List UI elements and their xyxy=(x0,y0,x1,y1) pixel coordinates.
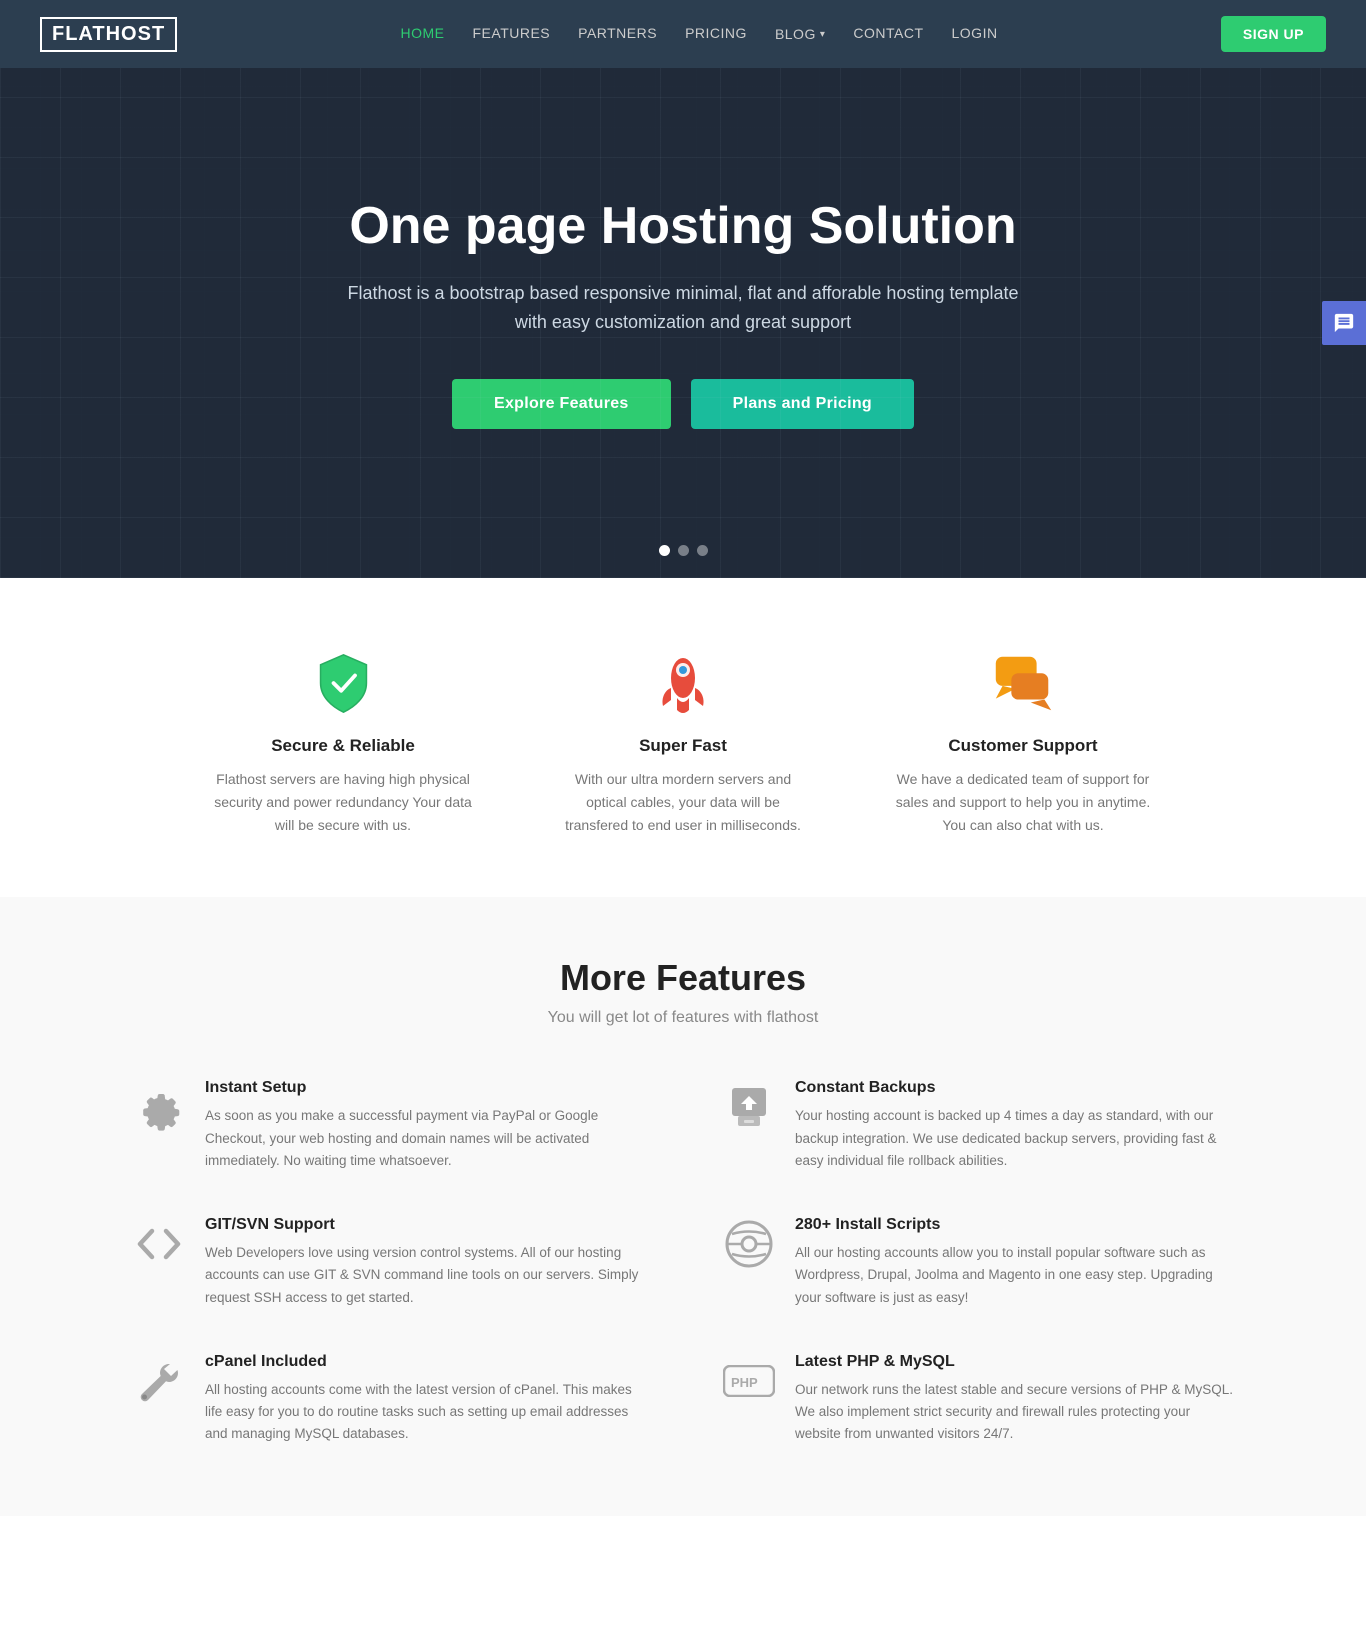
feature-support-title: Customer Support xyxy=(893,736,1153,756)
hero-section: One page Hosting Solution Flathost is a … xyxy=(0,68,1366,578)
more-features-section: More Features You will get lot of featur… xyxy=(0,897,1366,1515)
feature-text-git: GIT/SVN Support Web Developers love usin… xyxy=(205,1216,643,1309)
shield-feature-icon xyxy=(308,648,378,718)
feature-row-backups: Constant Backups Your hosting account is… xyxy=(723,1079,1233,1172)
feature-support-desc: We have a dedicated team of support for … xyxy=(893,768,1153,837)
feature-row-scripts: 280+ Install Scripts All our hosting acc… xyxy=(723,1216,1233,1309)
nav-link-contact[interactable]: CONTACT xyxy=(853,25,923,41)
carousel-dot-2[interactable] xyxy=(678,545,689,556)
feature-row-git: GIT/SVN Support Web Developers love usin… xyxy=(133,1216,643,1309)
nav-item-partners[interactable]: PARTNERS xyxy=(578,25,657,43)
brand-logo[interactable]: FLATHOST xyxy=(40,17,177,52)
nav-link-partners[interactable]: PARTNERS xyxy=(578,25,657,41)
code-icon xyxy=(133,1218,185,1270)
nav-item-contact[interactable]: CONTACT xyxy=(853,25,923,43)
feature-text-instant-setup: Instant Setup As soon as you make a succ… xyxy=(205,1079,643,1172)
feature-desc-instant-setup: As soon as you make a successful payment… xyxy=(205,1105,643,1172)
wrench-icon xyxy=(133,1355,185,1407)
features-grid: Instant Setup As soon as you make a succ… xyxy=(133,1079,1233,1445)
feature-desc-git: Web Developers love using version contro… xyxy=(205,1242,643,1309)
hero-description: Flathost is a bootstrap based responsive… xyxy=(343,279,1023,337)
carousel-dot-3[interactable] xyxy=(697,545,708,556)
feature-row-cpanel: cPanel Included All hosting accounts com… xyxy=(133,1353,643,1446)
feature-text-backups: Constant Backups Your hosting account is… xyxy=(795,1079,1233,1172)
carousel-dot-1[interactable] xyxy=(659,545,670,556)
nav-link-blog[interactable]: BLOG ▾ xyxy=(775,26,825,42)
feature-support: Customer Support We have a dedicated tea… xyxy=(893,648,1153,837)
feature-fast-title: Super Fast xyxy=(553,736,813,756)
nav-item-pricing[interactable]: PRICING xyxy=(685,25,747,43)
wordpress-icon xyxy=(723,1218,775,1270)
nav-links: HOME FEATURES PARTNERS PRICING BLOG ▾ CO… xyxy=(401,25,998,43)
chat-feature-icon xyxy=(988,648,1058,718)
chat-widget-button[interactable] xyxy=(1322,301,1366,345)
chevron-down-icon: ▾ xyxy=(820,29,826,40)
backup-icon xyxy=(723,1081,775,1133)
feature-secure-title: Secure & Reliable xyxy=(213,736,473,756)
signup-button[interactable]: SIGN UP xyxy=(1221,16,1326,52)
nav-link-login[interactable]: LOGIN xyxy=(952,25,998,41)
feature-text-php: Latest PHP & MySQL Our network runs the … xyxy=(795,1353,1233,1446)
features-strip-section: Secure & Reliable Flathost servers are h… xyxy=(0,578,1366,897)
gear-icon xyxy=(133,1081,185,1133)
feature-title-php: Latest PHP & MySQL xyxy=(795,1353,1233,1371)
chat-bubble-icon xyxy=(1333,312,1355,334)
hero-title: One page Hosting Solution xyxy=(349,197,1016,257)
more-features-title: More Features xyxy=(80,957,1286,999)
more-features-subtitle: You will get lot of features with flatho… xyxy=(80,1009,1286,1027)
nav-item-home[interactable]: HOME xyxy=(401,25,445,43)
feature-desc-scripts: All our hosting accounts allow you to in… xyxy=(795,1242,1233,1309)
plans-pricing-button[interactable]: Plans and Pricing xyxy=(691,379,914,429)
nav-item-login[interactable]: LOGIN xyxy=(952,25,998,43)
nav-link-home[interactable]: HOME xyxy=(401,25,445,41)
feature-row-php: PHP Latest PHP & MySQL Our network runs … xyxy=(723,1353,1233,1446)
feature-title-git: GIT/SVN Support xyxy=(205,1216,643,1234)
brand-flat: FLAT xyxy=(52,23,106,46)
feature-fast-desc: With our ultra mordern servers and optic… xyxy=(553,768,813,837)
feature-row-instant-setup: Instant Setup As soon as you make a succ… xyxy=(133,1079,643,1172)
feature-title-scripts: 280+ Install Scripts xyxy=(795,1216,1233,1234)
hero-carousel-dots xyxy=(659,545,708,556)
hero-buttons: Explore Features Plans and Pricing xyxy=(452,379,914,429)
feature-desc-php: Our network runs the latest stable and s… xyxy=(795,1379,1233,1446)
svg-text:PHP: PHP xyxy=(731,1375,758,1390)
navbar: FLATHOST HOME FEATURES PARTNERS PRICING … xyxy=(0,0,1366,68)
feature-title-cpanel: cPanel Included xyxy=(205,1353,643,1371)
feature-text-scripts: 280+ Install Scripts All our hosting acc… xyxy=(795,1216,1233,1309)
feature-title-backups: Constant Backups xyxy=(795,1079,1233,1097)
feature-desc-backups: Your hosting account is backed up 4 time… xyxy=(795,1105,1233,1172)
more-features-header: More Features You will get lot of featur… xyxy=(80,957,1286,1027)
feature-secure: Secure & Reliable Flathost servers are h… xyxy=(213,648,473,837)
feature-title-instant-setup: Instant Setup xyxy=(205,1079,643,1097)
feature-secure-desc: Flathost servers are having high physica… xyxy=(213,768,473,837)
php-icon: PHP xyxy=(723,1355,775,1407)
nav-item-blog[interactable]: BLOG ▾ xyxy=(775,26,825,42)
feature-fast: Super Fast With our ultra mordern server… xyxy=(553,648,813,837)
explore-features-button[interactable]: Explore Features xyxy=(452,379,671,429)
nav-item-features[interactable]: FEATURES xyxy=(473,25,551,43)
rocket-feature-icon xyxy=(648,648,718,718)
feature-text-cpanel: cPanel Included All hosting accounts com… xyxy=(205,1353,643,1446)
nav-link-pricing[interactable]: PRICING xyxy=(685,25,747,41)
brand-host: HOST xyxy=(106,23,166,46)
nav-link-features[interactable]: FEATURES xyxy=(473,25,551,41)
feature-desc-cpanel: All hosting accounts come with the lates… xyxy=(205,1379,643,1446)
